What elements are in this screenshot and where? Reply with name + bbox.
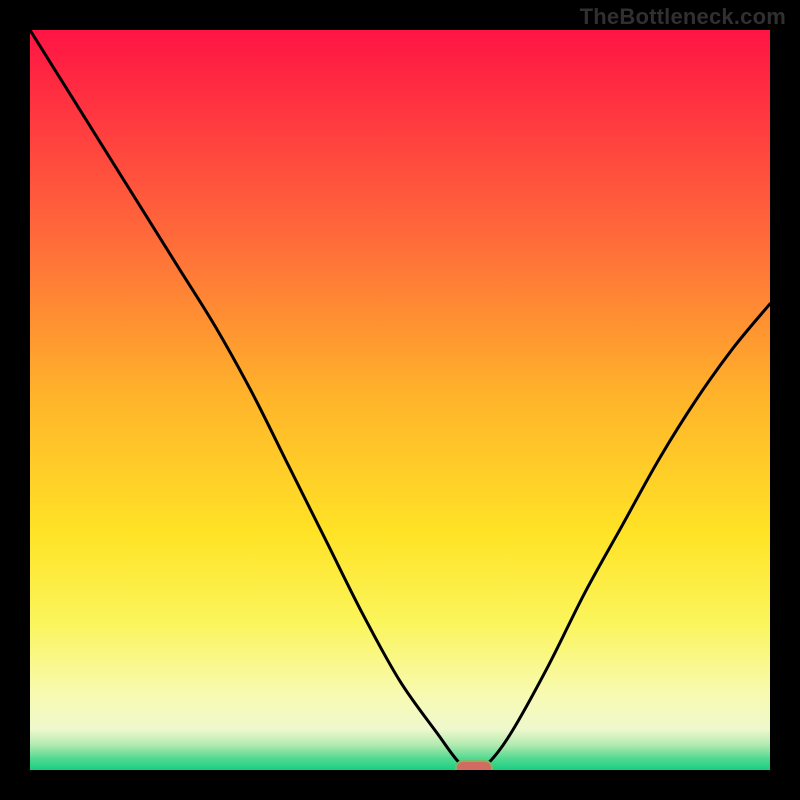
gradient-panel [30,30,770,770]
bottleneck-chart [0,0,800,800]
chart-stage: TheBottleneck.com [0,0,800,800]
watermark-text: TheBottleneck.com [580,4,786,30]
